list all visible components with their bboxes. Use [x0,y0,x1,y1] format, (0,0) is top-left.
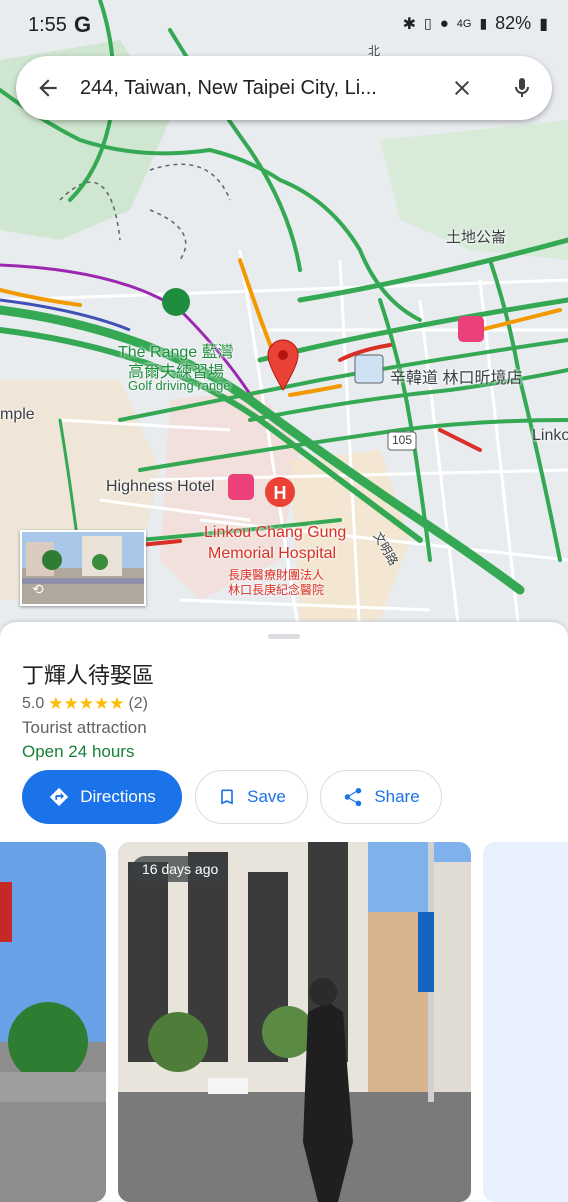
photo-carousel[interactable]: 16 days ago [0,842,568,1202]
battery-percent: 82% [495,13,532,33]
place-title: 丁輝人待娶區 [22,663,155,688]
save-button[interactable]: Save [195,770,308,824]
star-rating-icon: ★★★★★ [48,694,125,713]
status-bar: 1:55 G ✱ ▯ ● 4G ▮ 82% ▮ [0,0,568,52]
rating-value: 5.0 [22,695,45,712]
share-label: Share [374,787,420,806]
status-time: 1:55 [28,14,67,36]
photo-thumbnail-2[interactable]: 16 days ago [118,842,471,1202]
map-label-route-105: 105 [392,433,413,447]
photo-thumbnail-1[interactable] [0,842,106,1202]
signal-icon: ▮ [479,15,488,31]
map-label-mple: mple [0,406,35,423]
golf-marker-icon [162,288,190,316]
street-view-thumbnail[interactable]: ⟲ [20,530,146,606]
bookmark-icon [221,789,233,805]
map-label-hospital-en-1[interactable]: Linkou Chang Gung [204,524,346,542]
network-4g-icon: 4G [456,17,472,30]
hotel-marker-icon-right [458,316,484,342]
back-button[interactable] [16,56,80,120]
map-label-hotel-right[interactable]: 辛韓道 林口昕境店 [390,364,522,388]
svg-text:H: H [274,483,287,503]
mic-icon [515,78,529,97]
rotate-360-icon: ⟲ [32,581,44,597]
map-label-linko: Linko [532,427,568,444]
battery-icon: ▮ [539,15,548,33]
search-bar[interactable]: 244, Taiwan, New Taipei City, Li... [16,56,552,120]
share-icon [345,787,362,807]
photo-age-badge: 16 days ago [132,856,229,882]
review-count: (2) [128,695,149,712]
search-query[interactable]: 244, Taiwan, New Taipei City, Li... [80,77,432,100]
location-icon: ● [439,15,449,32]
save-label: Save [247,787,286,806]
bluetooth-icon: ✱ [402,15,416,33]
directions-button[interactable]: Directions [22,770,182,824]
voice-search-button[interactable] [492,56,552,120]
map-label-hospital-zh-2: 林口長庚紀念醫院 [228,583,325,597]
open-hours[interactable]: Open 24 hours [22,742,134,762]
place-sheet[interactable]: 丁輝人待娶區 5.0 ★★★★★ (2) Tourist attraction … [0,622,568,1202]
map-label-park: 土地公崙 [446,229,507,246]
map-label-hospital-en-2: Memorial Hospital [208,545,337,562]
map-label-range-type: Golf driving range [128,378,231,393]
map-label-highness[interactable]: Highness Hotel [106,478,215,496]
directions-label: Directions [80,787,156,806]
rating-row[interactable]: 5.0 ★★★★★ (2) [22,694,148,714]
photo-thumbnail-3[interactable] [483,842,568,1202]
status-icons: ✱ ▯ ● 4G ▮ 82% ▮ [403,13,548,34]
place-category: Tourist attraction [22,718,147,737]
share-button[interactable]: Share [320,770,442,824]
status-carrier-icon: G [74,12,92,37]
directions-icon [50,787,69,807]
store-marker-icon [354,354,384,384]
vibrate-icon: ▯ [423,15,432,31]
clear-search-button[interactable] [432,56,492,120]
sheet-drag-handle[interactable] [268,634,300,639]
back-arrow-icon [39,79,57,97]
hotel-marker-icon [228,474,254,500]
close-icon [455,81,469,95]
location-pin-icon [267,339,299,391]
